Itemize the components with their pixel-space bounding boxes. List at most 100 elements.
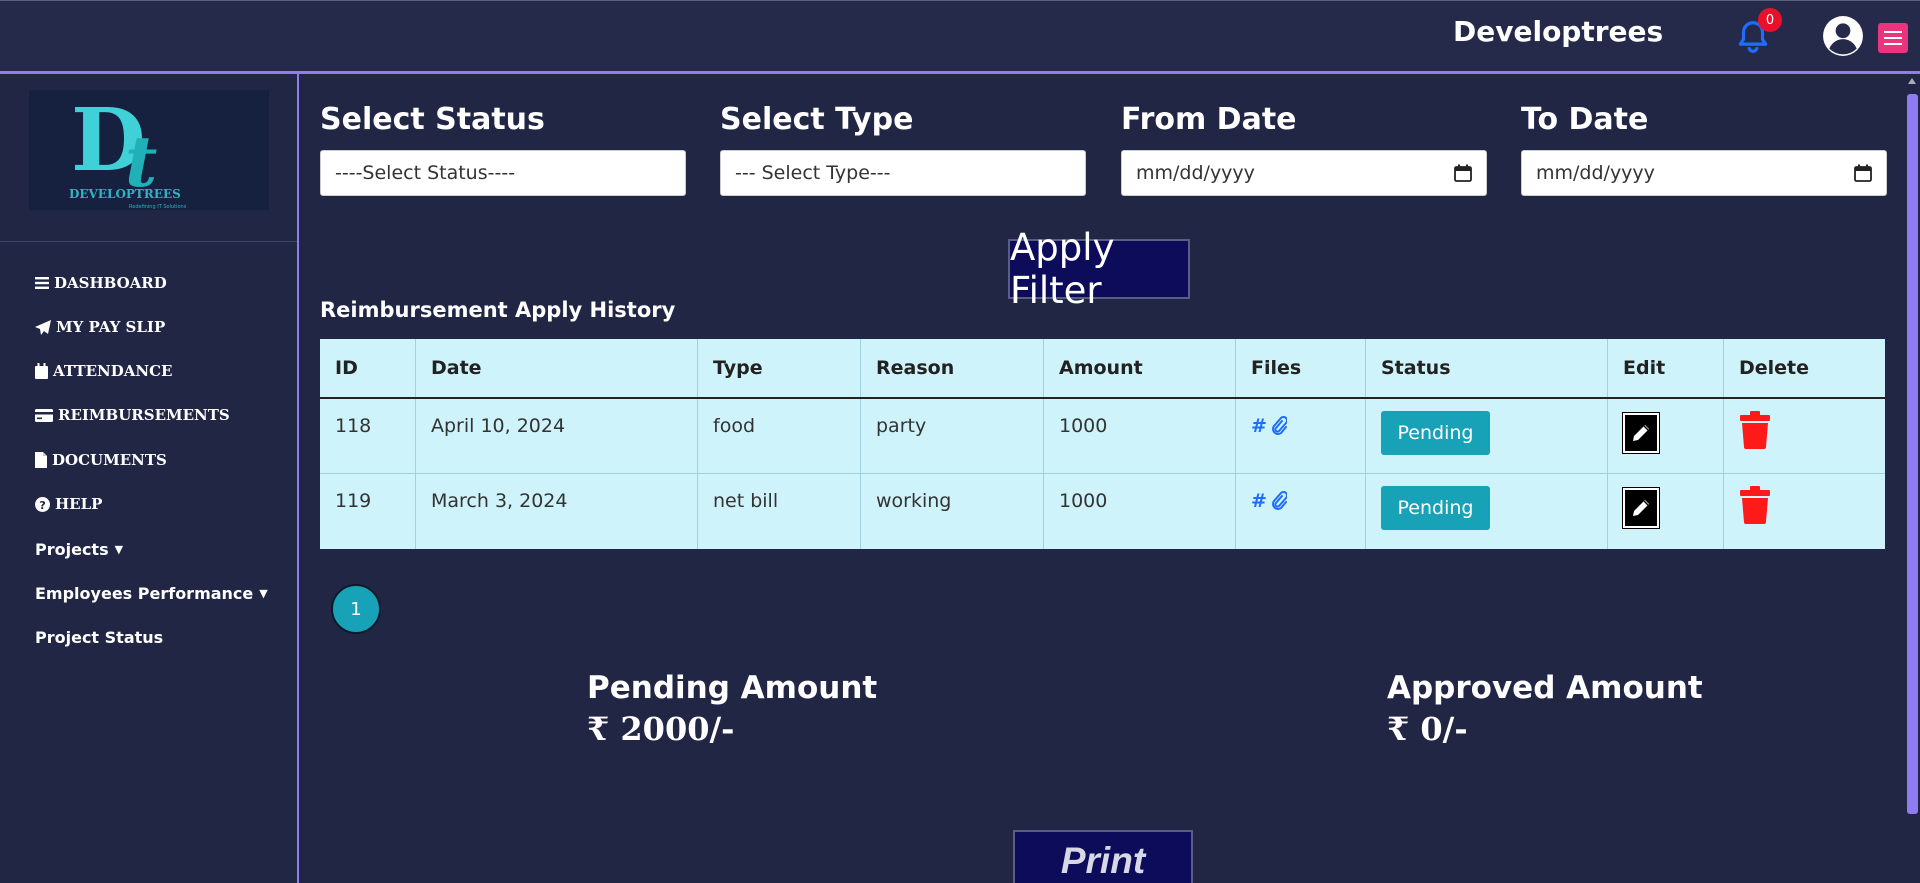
scrollbar[interactable] — [1905, 74, 1920, 883]
from-date-input[interactable]: mm/dd/yyyy — [1121, 150, 1487, 196]
sidebar-item-label: DOCUMENTS — [52, 451, 167, 469]
history-title: Reimbursement Apply History — [320, 298, 676, 322]
type-cell: net bill — [698, 474, 861, 549]
caret-down-icon: ▼ — [259, 586, 268, 600]
column-header: Date — [416, 339, 698, 397]
approved-amount-label: Approved Amount — [1387, 670, 1703, 706]
column-header: Delete — [1739, 357, 1810, 379]
file-icon — [35, 452, 47, 468]
calendar-icon[interactable] — [1854, 164, 1872, 182]
sidebar-item-help[interactable]: ? HELP — [35, 492, 102, 516]
pending-amount-label: Pending Amount — [587, 670, 878, 706]
company-logo: D t DEVELOPTREES Redefining IT Solutions — [29, 90, 269, 210]
print-button[interactable]: Print — [1013, 830, 1193, 883]
trash-icon[interactable] — [1739, 486, 1771, 524]
caret-down-icon: ▼ — [114, 542, 124, 556]
column-header: Amount — [1044, 339, 1236, 397]
status-select[interactable]: ----Select Status---- — [320, 150, 686, 196]
column-header: Reason — [861, 339, 1044, 397]
type-filter-label: Select Type — [720, 102, 914, 137]
status-badge[interactable]: Pending — [1381, 486, 1490, 530]
type-select[interactable]: --- Select Type--- — [720, 150, 1086, 196]
amount-cell: 1000 — [1044, 399, 1236, 473]
sidebar-item-reimbursements[interactable]: REIMBURSEMENTS — [35, 403, 230, 427]
pagination-page-button[interactable]: 1 — [331, 584, 381, 634]
trash-icon[interactable] — [1739, 411, 1771, 449]
pencil-icon — [1633, 500, 1649, 516]
sidebar-item-project-status[interactable]: Project Status — [35, 625, 163, 649]
approved-amount-value: ₹ 0/- — [1387, 710, 1468, 748]
paper-plane-icon — [35, 319, 51, 335]
delete-cell — [1724, 474, 1885, 549]
pencil-icon — [1633, 425, 1649, 441]
sidebar-item-attendance[interactable]: ATTENDANCE — [35, 359, 172, 383]
sidebar-item-projects[interactable]: Projects ▼ — [35, 537, 123, 561]
id-cell: 119 — [320, 474, 416, 549]
sidebar-item-label: REIMBURSEMENTS — [58, 406, 230, 424]
top-bar: Developtrees 0 — [0, 0, 1920, 74]
pending-amount-value: ₹ 2000/- — [587, 710, 735, 748]
paperclip-icon — [1271, 416, 1287, 435]
status-badge[interactable]: Pending — [1381, 411, 1490, 455]
svg-text:Redefining IT Solutions: Redefining IT Solutions — [129, 204, 187, 210]
sidebar-item-dashboard[interactable]: DASHBOARD — [35, 271, 167, 295]
id-cell: 118 — [320, 399, 416, 473]
files-cell: # — [1236, 399, 1366, 473]
question-circle-icon: ? — [35, 496, 50, 512]
sidebar-item-label: ATTENDANCE — [53, 362, 173, 380]
column-header: Type — [698, 339, 861, 397]
edit-cell — [1608, 474, 1724, 549]
reason-cell: party — [861, 399, 1044, 473]
status-filter-label: Select Status — [320, 102, 545, 137]
edit-cell — [1608, 399, 1724, 473]
amount-cell: 1000 — [1044, 474, 1236, 549]
svg-text:DEVELOPTREES: DEVELOPTREES — [69, 187, 181, 201]
table-row: 118 April 10, 2024 food party 1000 # Pen… — [320, 399, 1885, 474]
to-date-label: To Date — [1521, 102, 1649, 137]
calendar-icon[interactable] — [1454, 164, 1472, 182]
sidebar-item-label: Employees Performance — [35, 583, 254, 603]
sidebar-divider — [0, 241, 297, 242]
file-link[interactable]: # — [1251, 490, 1365, 512]
svg-text:?: ? — [39, 498, 45, 511]
table-row: 119 March 3, 2024 net bill working 1000 … — [320, 474, 1885, 549]
column-header: Status — [1366, 339, 1608, 397]
column-header: ID — [320, 339, 416, 397]
date-cell: April 10, 2024 — [416, 399, 698, 473]
user-avatar-icon[interactable] — [1822, 15, 1864, 57]
calendar-icon — [35, 363, 48, 379]
files-cell: # — [1236, 474, 1366, 549]
file-link[interactable]: # — [1251, 415, 1365, 437]
column-header: Edit — [1608, 339, 1724, 397]
hamburger-menu-button[interactable] — [1878, 23, 1908, 53]
edit-button[interactable] — [1622, 412, 1660, 454]
delete-cell — [1724, 399, 1885, 473]
to-date-input[interactable]: mm/dd/yyyy — [1521, 150, 1887, 196]
reimbursement-table: ID Date Type Reason Amount Files Status … — [320, 339, 1885, 549]
sidebar-item-my-pay-slip[interactable]: MY PAY SLIP — [35, 315, 165, 339]
table-header-row: ID Date Type Reason Amount Files Status … — [320, 339, 1885, 399]
type-cell: food — [698, 399, 861, 473]
status-cell: Pending — [1366, 474, 1608, 549]
credit-card-icon — [35, 408, 53, 422]
status-cell: Pending — [1366, 399, 1608, 473]
sidebar-item-label: HELP — [55, 495, 103, 513]
sidebar-item-label: DASHBOARD — [54, 274, 167, 292]
main-content: Select Status ----Select Status---- Sele… — [301, 74, 1903, 883]
sidebar-item-documents[interactable]: DOCUMENTS — [35, 448, 167, 472]
scroll-up-arrow-icon[interactable] — [1908, 78, 1916, 84]
sidebar-item-label: Project Status — [35, 627, 164, 647]
from-date-label: From Date — [1121, 102, 1297, 137]
sidebar-item-label: Projects — [35, 539, 109, 559]
notification-count-badge: 0 — [1758, 8, 1782, 32]
edit-button[interactable] — [1622, 487, 1660, 529]
date-cell: March 3, 2024 — [416, 474, 698, 549]
brand-name: Developtrees — [1453, 15, 1664, 48]
scrollbar-thumb[interactable] — [1907, 94, 1918, 814]
bars-icon — [35, 277, 49, 289]
apply-filter-button[interactable]: Apply Filter — [1008, 226, 1190, 312]
reason-cell: working — [861, 474, 1044, 549]
sidebar-item-label: MY PAY SLIP — [56, 318, 166, 336]
sidebar-item-employees-performance[interactable]: Employees Performance ▼ — [35, 581, 268, 605]
paperclip-icon — [1271, 491, 1287, 510]
